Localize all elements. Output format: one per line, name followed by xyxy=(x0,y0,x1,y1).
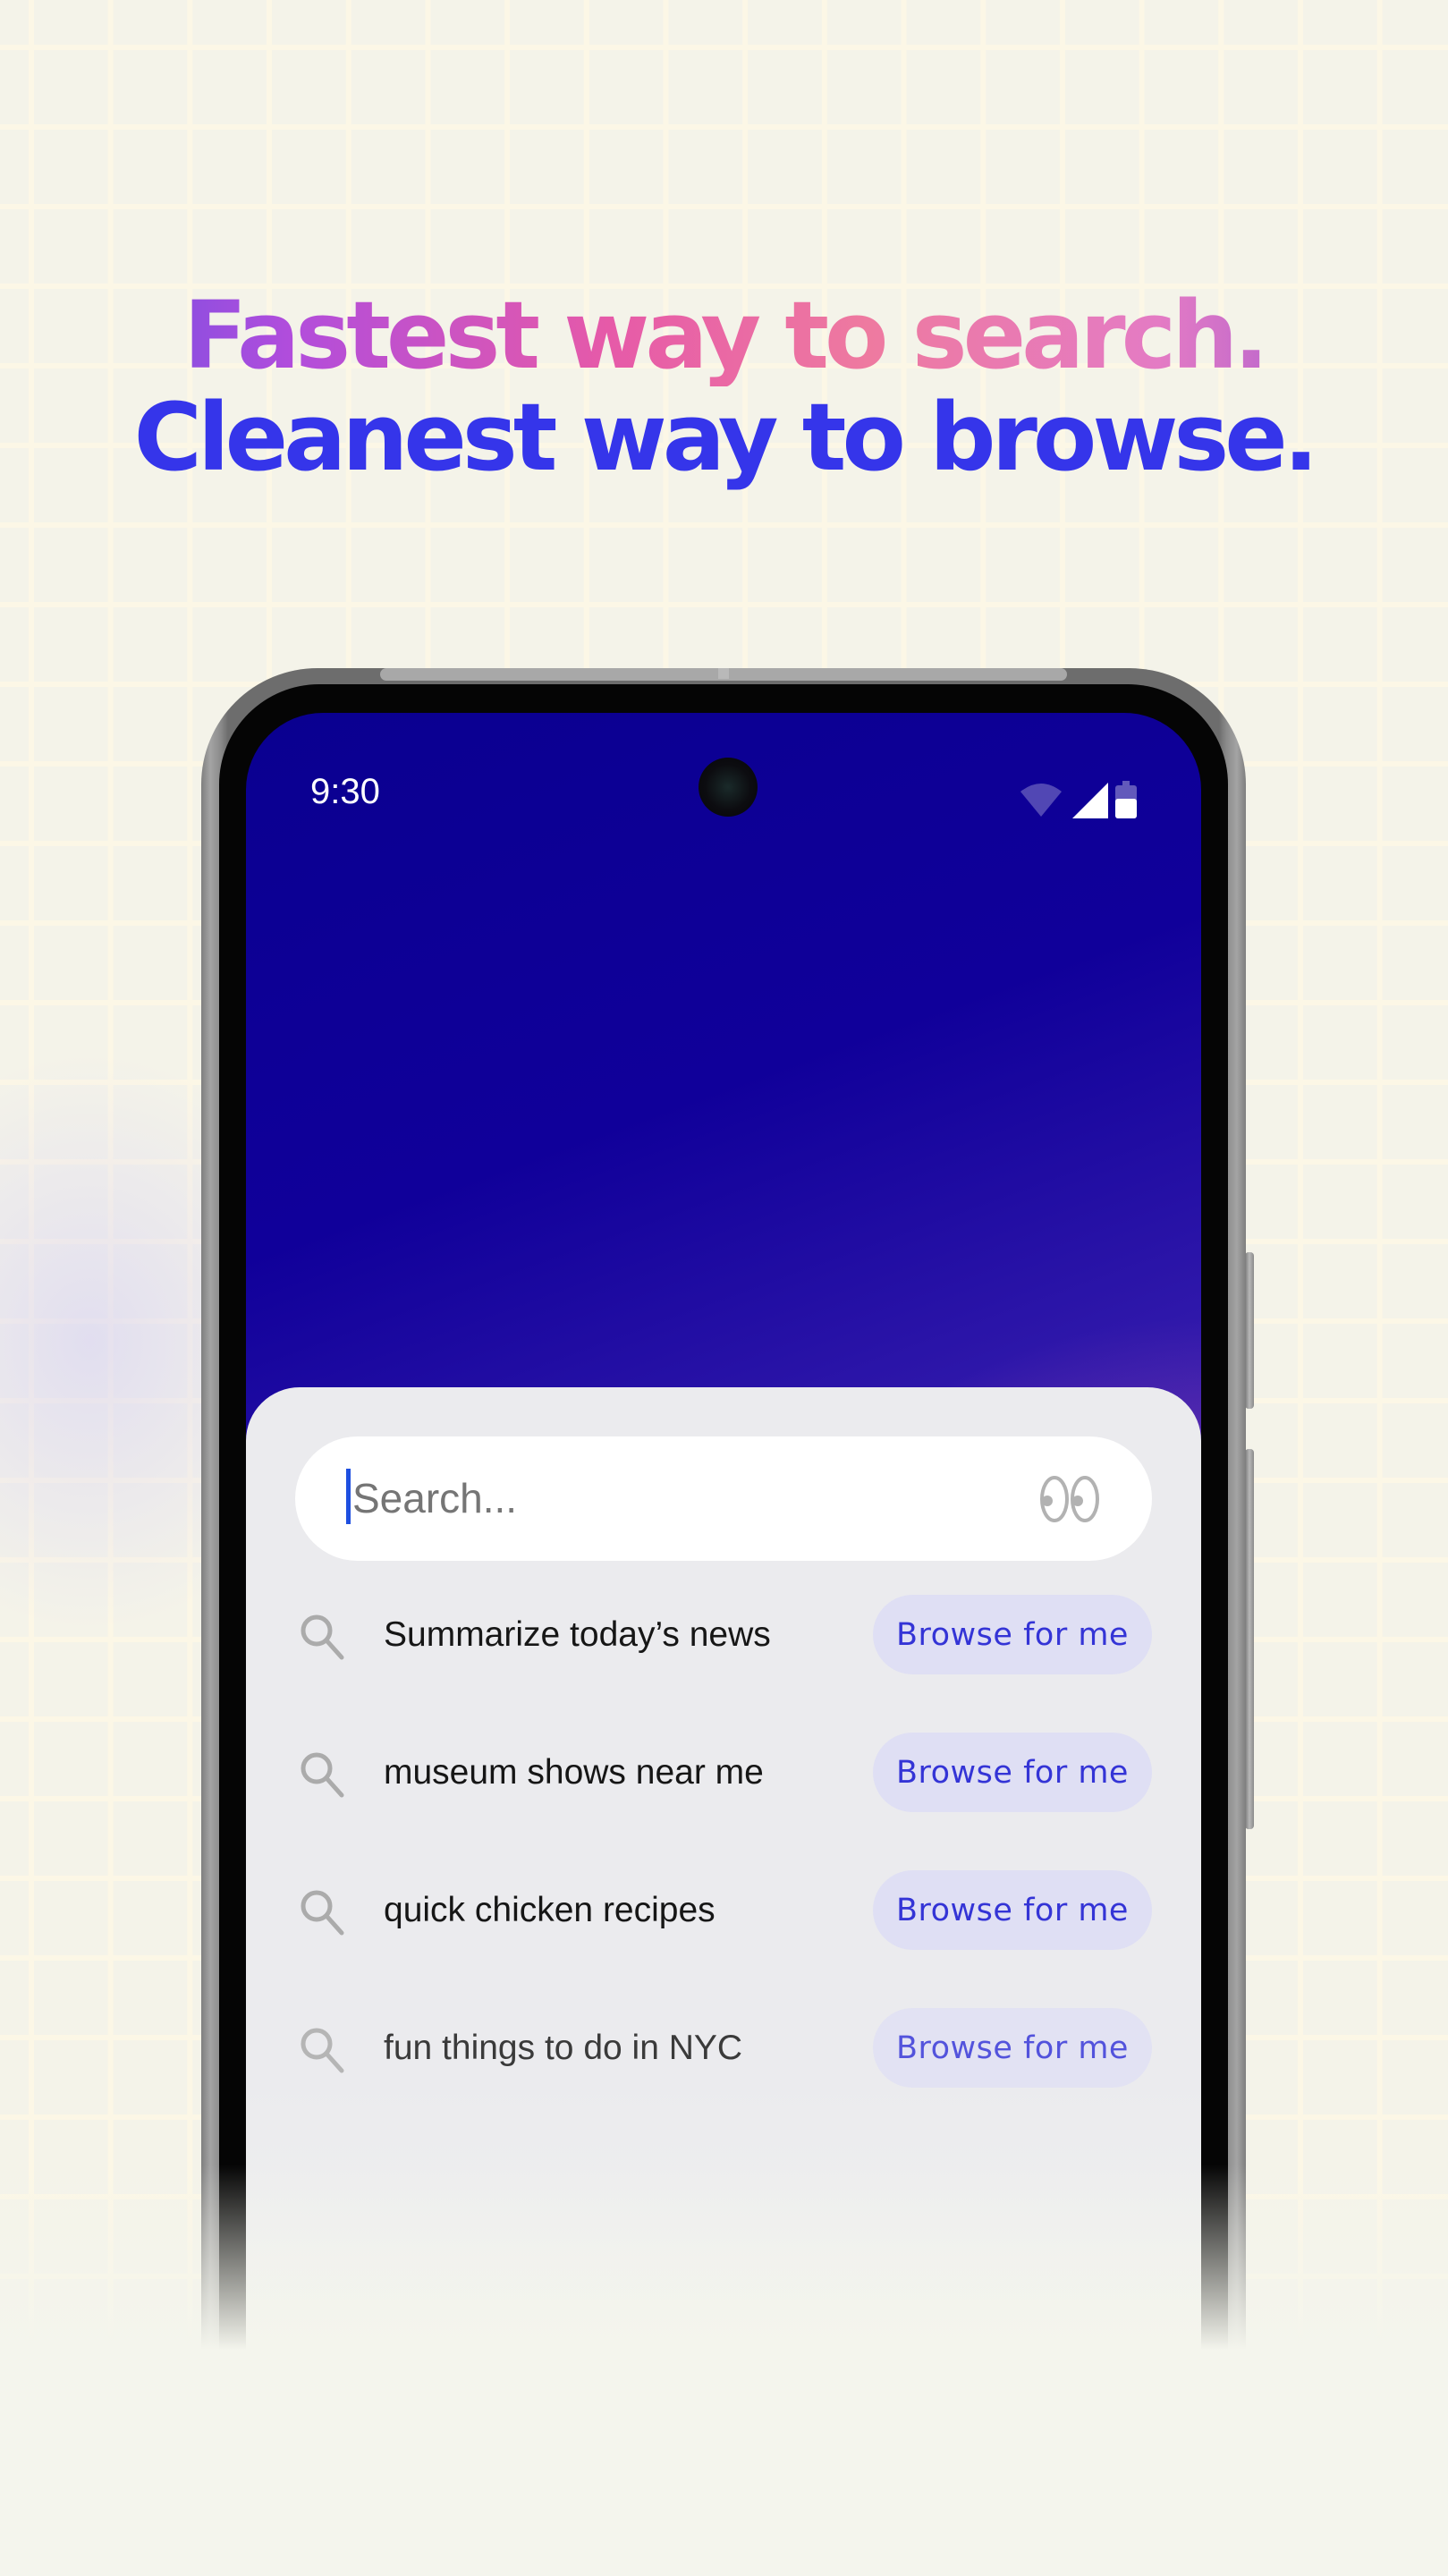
suggestion-label[interactable]: museum shows near me xyxy=(384,1733,764,1812)
suggestion-label[interactable]: fun things to do in NYC xyxy=(384,2008,742,2088)
eyes-icon[interactable] xyxy=(1038,1474,1103,1524)
headline-line-1: Fastest way to search. xyxy=(0,284,1448,386)
suggestion-item[interactable]: museum shows near me Browse for me xyxy=(295,1733,1152,1812)
power-button xyxy=(1245,1252,1254,1409)
volume-button xyxy=(1245,1449,1254,1829)
wifi-icon xyxy=(1020,784,1062,817)
phone-frame-seam xyxy=(718,668,729,679)
suggestion-item[interactable]: fun things to do in NYC Browse for me xyxy=(295,2008,1152,2088)
bottom-fade xyxy=(0,2165,1448,2576)
front-camera xyxy=(699,758,758,817)
search-bar[interactable] xyxy=(295,1436,1152,1561)
battery-icon xyxy=(1115,781,1137,818)
headline-line-2: Cleanest way to browse. xyxy=(133,383,1319,492)
search-icon xyxy=(301,1752,344,1798)
suggestion-list: Summarize today’s news Browse for me mus… xyxy=(295,1595,1152,2146)
text-caret xyxy=(346,1469,351,1524)
suggestion-item[interactable]: quick chicken recipes Browse for me xyxy=(295,1870,1152,1950)
signal-icon xyxy=(1072,783,1108,818)
search-input[interactable] xyxy=(352,1436,978,1561)
headline: Fastest way to search. Cleanest way to b… xyxy=(0,284,1448,488)
browse-for-me-button[interactable]: Browse for me xyxy=(873,1733,1152,1812)
browse-for-me-button[interactable]: Browse for me xyxy=(873,1870,1152,1950)
status-time: 9:30 xyxy=(310,772,380,811)
suggestion-item[interactable]: Summarize today’s news Browse for me xyxy=(295,1595,1152,1674)
browse-for-me-button[interactable]: Browse for me xyxy=(873,1595,1152,1674)
search-icon xyxy=(301,1614,344,1660)
browse-for-me-button[interactable]: Browse for me xyxy=(873,2008,1152,2088)
search-icon xyxy=(301,2028,344,2073)
status-icons xyxy=(1019,781,1137,818)
suggestion-label[interactable]: Summarize today’s news xyxy=(384,1595,771,1674)
suggestion-label[interactable]: quick chicken recipes xyxy=(384,1870,716,1950)
search-icon xyxy=(301,1890,344,1936)
